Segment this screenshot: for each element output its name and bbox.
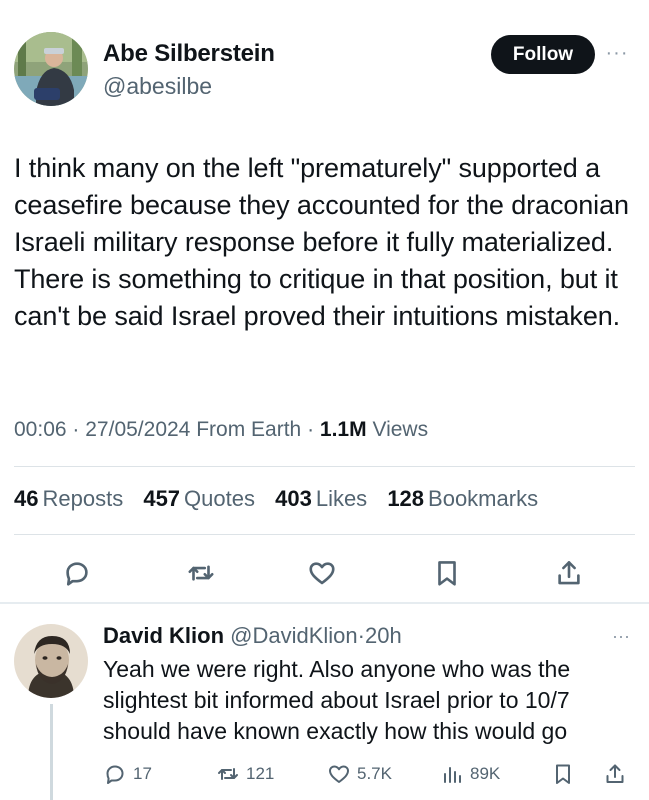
follow-button[interactable]: Follow <box>491 35 595 74</box>
views-icon <box>444 767 461 783</box>
reply-header: David Klion @DavidKlion·20h <box>103 623 402 649</box>
share-icon <box>606 764 624 783</box>
section-divider <box>0 602 649 604</box>
reply-action-bar: 17 121 5.7K 89K <box>0 760 649 792</box>
reply-views-button[interactable]: 89K <box>440 762 500 786</box>
tweet-date[interactable]: 27/05/2024 <box>85 418 190 441</box>
author-avatar[interactable] <box>14 32 88 106</box>
views-count: 1.1M <box>319 418 367 441</box>
divider <box>14 466 635 467</box>
divider <box>14 534 635 535</box>
stat-likes[interactable]: 403 Likes <box>275 486 367 511</box>
views-label: Views <box>372 418 429 441</box>
author-handle[interactable]: @abesilbe <box>103 73 212 100</box>
tweet-action-bar <box>0 550 649 596</box>
reply-icon <box>106 765 124 784</box>
meta-separator: · <box>307 418 315 441</box>
repost-icon[interactable] <box>186 558 216 588</box>
tweet-meta: 00:06 · 27/05/2024 From Earth · 1.1M Vie… <box>14 418 428 442</box>
tweet-time[interactable]: 00:06 <box>14 418 67 441</box>
bookmark-icon[interactable] <box>432 558 462 588</box>
reply-reposts-button[interactable]: 121 <box>216 762 274 786</box>
author-name[interactable]: Abe Silberstein <box>103 40 275 68</box>
repost-icon <box>218 768 238 780</box>
like-icon <box>329 765 349 783</box>
reply-share-button[interactable] <box>603 762 633 786</box>
stat-quotes[interactable]: 457 Quotes <box>143 486 255 511</box>
share-icon[interactable] <box>554 558 584 588</box>
meta-separator: · <box>72 418 80 441</box>
reply-author-handle[interactable]: @DavidKlion <box>230 623 358 648</box>
reply-author-name[interactable]: David Klion <box>103 623 224 648</box>
reply-replies-count: 17 <box>133 764 152 783</box>
more-options-icon[interactable]: ··· <box>604 42 630 64</box>
reply-author-avatar[interactable] <box>14 624 88 698</box>
reply-replies-button[interactable]: 17 <box>103 762 152 786</box>
like-icon[interactable] <box>307 558 337 588</box>
stat-bookmarks[interactable]: 128 Bookmarks <box>387 486 538 511</box>
meta-separator: · <box>357 623 365 648</box>
tweet-header: Abe Silberstein @abesilbe Follow ··· <box>0 0 649 110</box>
reply-time[interactable]: 20h <box>365 623 402 648</box>
engagement-stats: 46 Reposts 457 Quotes 403 Likes 128 Bookmark… <box>14 486 552 512</box>
tweet-source: From Earth <box>196 418 302 441</box>
reply-likes-button[interactable]: 5.7K <box>327 762 392 786</box>
reply-text: Yeah we were right. Also anyone who was … <box>103 656 571 744</box>
reply-more-options-icon[interactable]: ··· <box>609 627 633 645</box>
stat-reposts[interactable]: 46 Reposts <box>14 486 123 511</box>
reply-reposts-count: 121 <box>246 764 275 783</box>
tweet-text: I think many on the left "prematurely" s… <box>14 153 629 331</box>
bookmark-icon <box>556 764 570 784</box>
reply-likes-count: 5.7K <box>357 764 392 783</box>
reply-icon[interactable] <box>62 558 92 588</box>
reply-views-count: 89K <box>470 764 501 783</box>
reply-bookmark-button[interactable] <box>551 762 581 786</box>
